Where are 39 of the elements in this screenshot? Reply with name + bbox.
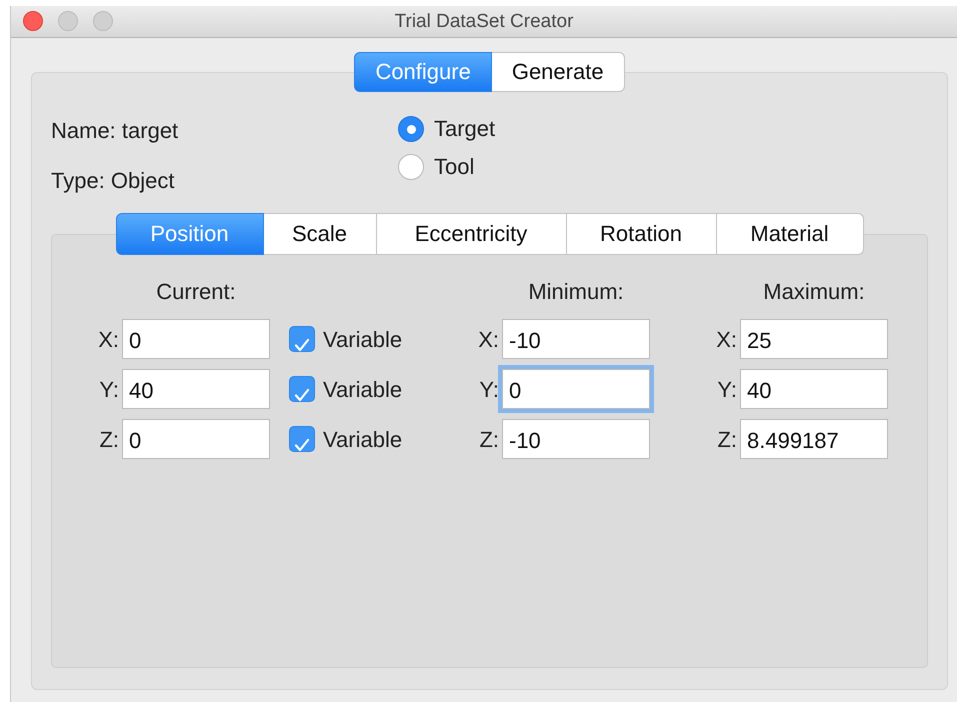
info-label: Type: Object: [51, 168, 176, 194]
input-field[interactable]: -10: [502, 319, 650, 359]
window-title: Trial DataSet Creator: [394, 11, 574, 32]
column-header: Maximum:: [762, 279, 866, 305]
radio-button[interactable]: [398, 116, 424, 142]
close-button[interactable]: [23, 11, 43, 31]
axis-label: X:: [478, 326, 499, 352]
checkbox-label[interactable]: Variable: [323, 422, 402, 456]
input-field[interactable]: 25: [740, 319, 888, 359]
column-header: Current:: [155, 279, 237, 305]
axis-label: Y:: [99, 376, 119, 402]
input-field[interactable]: 40: [740, 369, 888, 409]
checkbox[interactable]: [289, 326, 315, 352]
input-field[interactable]: 40: [122, 369, 270, 409]
checkbox[interactable]: [289, 426, 315, 452]
radio-label[interactable]: Tool: [434, 154, 474, 180]
checkbox-label[interactable]: Variable: [323, 322, 402, 356]
property-tab[interactable]: Eccentricity: [376, 213, 566, 255]
axis-label: Z:: [99, 426, 119, 452]
axis-label: Z:: [717, 426, 737, 452]
input-field[interactable]: 0: [122, 419, 270, 459]
axis-label: Y:: [717, 376, 737, 402]
input-field[interactable]: 8.499187: [740, 419, 888, 459]
input-field[interactable]: -10: [502, 419, 650, 459]
property-tab[interactable]: Rotation: [566, 213, 716, 255]
property-tab[interactable]: Material: [716, 213, 864, 255]
axis-label: X:: [716, 326, 737, 352]
info-label: Name: target: [51, 118, 180, 144]
property-tab[interactable]: Scale: [264, 213, 376, 255]
radio-button[interactable]: [398, 154, 424, 180]
input-field[interactable]: 0: [122, 319, 270, 359]
checkbox[interactable]: [289, 376, 315, 402]
axis-label: Z:: [479, 426, 499, 452]
checkbox-label[interactable]: Variable: [323, 372, 402, 406]
axis-label: Y:: [479, 376, 499, 402]
radio-label[interactable]: Target: [434, 116, 496, 142]
axis-label: X:: [98, 326, 119, 352]
column-header: Minimum:: [527, 279, 625, 305]
mode-tab[interactable]: Generate: [492, 52, 625, 92]
